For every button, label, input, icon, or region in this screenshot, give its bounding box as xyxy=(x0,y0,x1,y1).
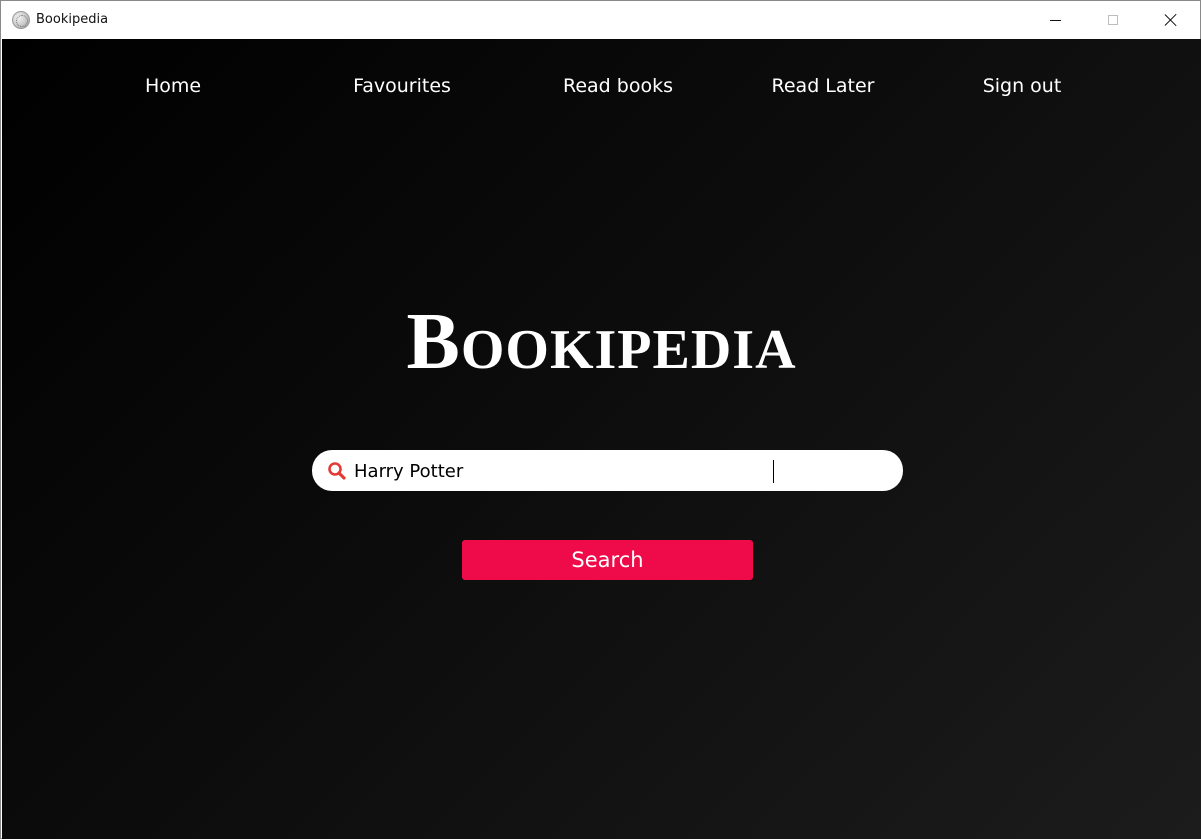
maximize-icon xyxy=(1108,15,1118,25)
maximize-button[interactable] xyxy=(1084,1,1142,39)
nav-home[interactable]: Home xyxy=(145,75,201,97)
nav-sign-out[interactable]: Sign out xyxy=(983,75,1062,97)
nav-read-later[interactable]: Read Later xyxy=(772,75,875,97)
app-window: Bookipedia Home Favourites Read books Re… xyxy=(0,0,1201,839)
search-input[interactable] xyxy=(354,456,884,486)
close-button[interactable] xyxy=(1142,1,1200,39)
app-globe-icon xyxy=(12,11,30,29)
window-title: Bookipedia xyxy=(36,12,109,27)
brand-title: Bookipedia xyxy=(406,298,797,386)
minimize-icon xyxy=(1049,19,1061,21)
search-box[interactable] xyxy=(312,450,903,491)
close-icon xyxy=(1164,13,1178,27)
title-bar[interactable]: Bookipedia xyxy=(1,1,1200,39)
main-content: Home Favourites Read books Read Later Si… xyxy=(2,39,1201,839)
minimize-button[interactable] xyxy=(1026,1,1084,39)
nav-favourites[interactable]: Favourites xyxy=(353,75,451,97)
search-button[interactable]: Search xyxy=(462,540,753,580)
search-icon xyxy=(328,462,346,480)
nav-read-books[interactable]: Read books xyxy=(563,75,673,97)
text-caret xyxy=(773,460,774,483)
